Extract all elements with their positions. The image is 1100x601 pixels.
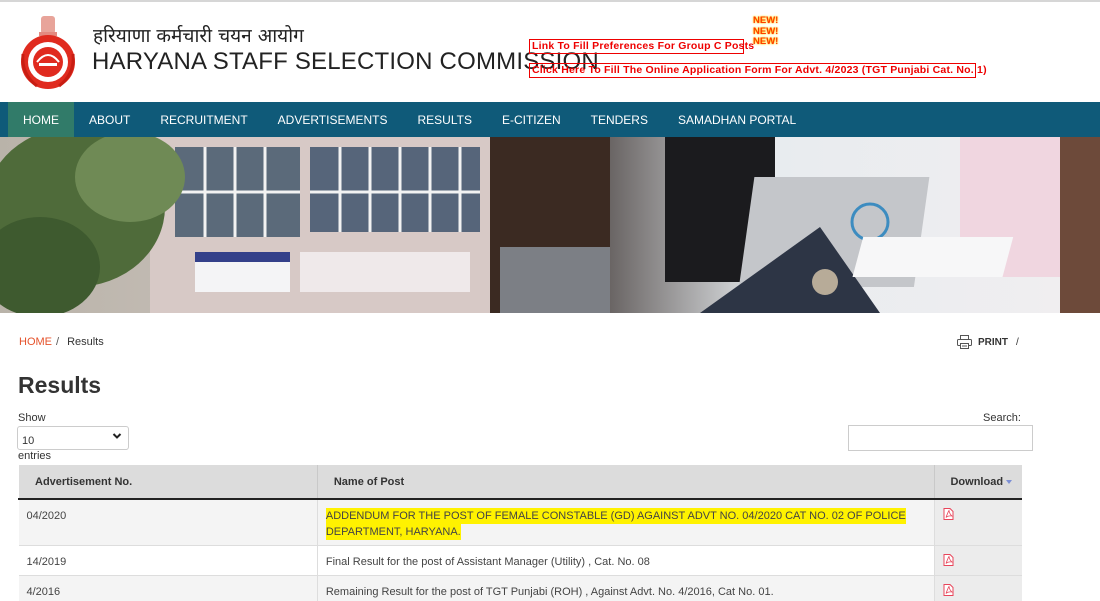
nav-item-e-citizen[interactable]: E-CITIZEN <box>487 102 576 137</box>
pdf-icon[interactable] <box>943 583 954 596</box>
post-name-cell: ADDENDUM FOR THE POST OF FEMALE CONSTABL… <box>316 498 935 545</box>
nav-item-advertisements[interactable]: ADVERTISEMENTS <box>263 102 403 137</box>
breadcrumb-home-link[interactable]: HOME <box>19 336 52 348</box>
column-header-advertisement-no[interactable]: Advertisement No. <box>18 465 318 500</box>
online-application-form-link[interactable]: Click Here To Fill The Online Applicatio… <box>529 63 987 78</box>
haryana-emblem-logo[interactable] <box>17 14 79 92</box>
column-header-download[interactable]: Download <box>934 465 1022 500</box>
entries-per-page-select[interactable]: 10 <box>17 426 129 450</box>
print-separator: / <box>1016 336 1019 348</box>
entries-label: entries <box>18 450 52 462</box>
search-input[interactable] <box>848 425 1033 451</box>
advertisement-no-cell: 14/2019 <box>18 544 318 575</box>
nav-item-tenders[interactable]: TENDERS <box>576 102 663 137</box>
download-header-label: Download <box>950 475 1004 488</box>
nav-item-samadhan-portal[interactable]: SAMADHAN PORTAL <box>663 102 811 137</box>
pdf-icon[interactable] <box>943 553 954 566</box>
printer-icon <box>957 335 972 349</box>
advertisement-no-cell: 4/2016 <box>18 574 318 601</box>
entries-per-page-value: 10 <box>22 435 35 447</box>
page-title: Results <box>18 372 102 398</box>
breadcrumb-current: Results <box>67 336 104 348</box>
site-title-hindi: हरियाणा कर्मचारी चयन आयोग <box>93 25 304 47</box>
site-title-english: HARYANA STAFF SELECTION COMMISSION <box>92 48 599 75</box>
nav-item-recruitment[interactable]: RECRUITMENT <box>145 102 262 137</box>
results-table: Advertisement No. Name of Post Download … <box>18 465 1022 601</box>
pdf-icon[interactable] <box>943 508 954 520</box>
nav-item-about[interactable]: ABOUT <box>74 102 145 137</box>
advertisement-no-cell: 04/2020 <box>18 498 318 545</box>
site-header: हरियाणा कर्मचारी चयन आयोग HARYANA STAFF … <box>0 2 1100 102</box>
download-cell <box>934 498 1022 545</box>
group-c-preferences-link[interactable]: Link To Fill Preferences For Group C Pos… <box>529 39 754 54</box>
nav-item-results[interactable]: RESULTS <box>402 102 486 137</box>
download-cell <box>934 544 1022 575</box>
new-badge-line: NEW! <box>753 15 779 26</box>
post-name-cell: Final Result for the post of Assistant M… <box>316 544 935 575</box>
show-entries-label: Show <box>18 412 46 424</box>
breadcrumb-separator: / <box>56 336 60 348</box>
table-row: 4/2016 Remaining Result for the post of … <box>18 574 1022 601</box>
table-row: 14/2019 Final Result for the post of Ass… <box>18 544 1022 575</box>
chevron-down-icon <box>112 433 122 439</box>
table-row: 04/2020 ADDENDUM FOR THE POST OF FEMALE … <box>18 498 1022 545</box>
emblem-icon <box>21 16 75 89</box>
sort-desc-icon <box>1006 479 1013 484</box>
highlighted-post-name: ADDENDUM FOR THE POST OF FEMALE CONSTABL… <box>325 508 906 540</box>
print-button[interactable]: PRINT / <box>957 335 1019 349</box>
nav-item-home[interactable]: HOME <box>8 102 74 137</box>
new-badge: NEW! NEW! NEW! <box>753 15 779 48</box>
column-header-name-of-post[interactable]: Name of Post <box>316 465 935 500</box>
main-nav: HOME ABOUT RECRUITMENT ADVERTISEMENTS RE… <box>0 102 1100 137</box>
print-label: PRINT <box>978 336 1008 348</box>
hero-banner-image <box>0 137 1100 313</box>
breadcrumb: HOME / Results <box>19 336 104 348</box>
new-badge-line: NEW! <box>753 36 779 47</box>
table-header-row: Advertisement No. Name of Post Download <box>18 465 1022 500</box>
search-label: Search: <box>983 412 1021 424</box>
download-cell <box>934 574 1022 601</box>
post-name-cell: Remaining Result for the post of TGT Pun… <box>316 574 935 601</box>
